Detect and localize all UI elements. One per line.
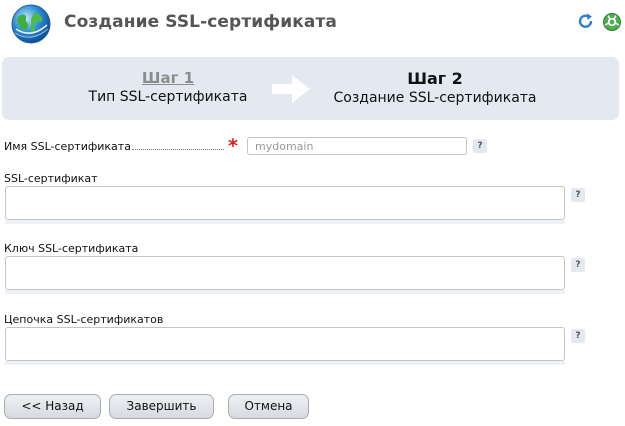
certificate-label: SSL-сертификат [4,172,98,185]
name-input[interactable] [247,137,467,155]
back-button[interactable]: << Назад [4,394,101,419]
label-leader-dots [132,149,224,150]
arrow-right-icon [272,75,310,103]
step-2: Шаг 2 Создание SSL-сертификата [325,69,545,106]
certificate-help-button[interactable]: ? [571,188,585,202]
globe-icon [11,4,51,44]
key-textarea[interactable] [5,256,565,290]
certificate-field-shadow [5,220,565,224]
page-header: Создание SSL-сертификата [0,0,625,50]
help-icon[interactable] [602,12,622,32]
name-help-button[interactable]: ? [473,139,487,153]
key-label: Ключ SSL-сертификата [4,242,139,255]
chain-label: Цепочка SSL-сертификатов [4,313,164,326]
chain-textarea[interactable] [5,327,565,361]
step-1-label: Тип SSL-сертификата [88,89,248,105]
chain-field-shadow [5,361,565,365]
name-label: Имя SSL-сертификата [4,140,131,153]
name-row: Имя SSL-сертификата * [4,135,494,157]
page-title: Создание SSL-сертификата [64,12,338,32]
step-1-number[interactable]: Шаг 1 [78,69,258,87]
step-1[interactable]: Шаг 1 Тип SSL-сертификата [78,69,258,105]
finish-button[interactable]: Завершить [109,394,214,419]
refresh-icon[interactable] [576,12,596,32]
step-2-label: Создание SSL-сертификата [333,90,537,106]
key-help-button[interactable]: ? [571,258,585,272]
wizard-steps: Шаг 1 Тип SSL-сертификата Шаг 2 Создание… [2,57,619,120]
cancel-button[interactable]: Отмена [228,394,309,419]
chain-help-button[interactable]: ? [571,329,585,343]
required-marker: * [228,135,238,157]
certificate-textarea[interactable] [5,186,565,220]
step-2-number: Шаг 2 [407,69,463,88]
key-field-shadow [5,290,565,294]
